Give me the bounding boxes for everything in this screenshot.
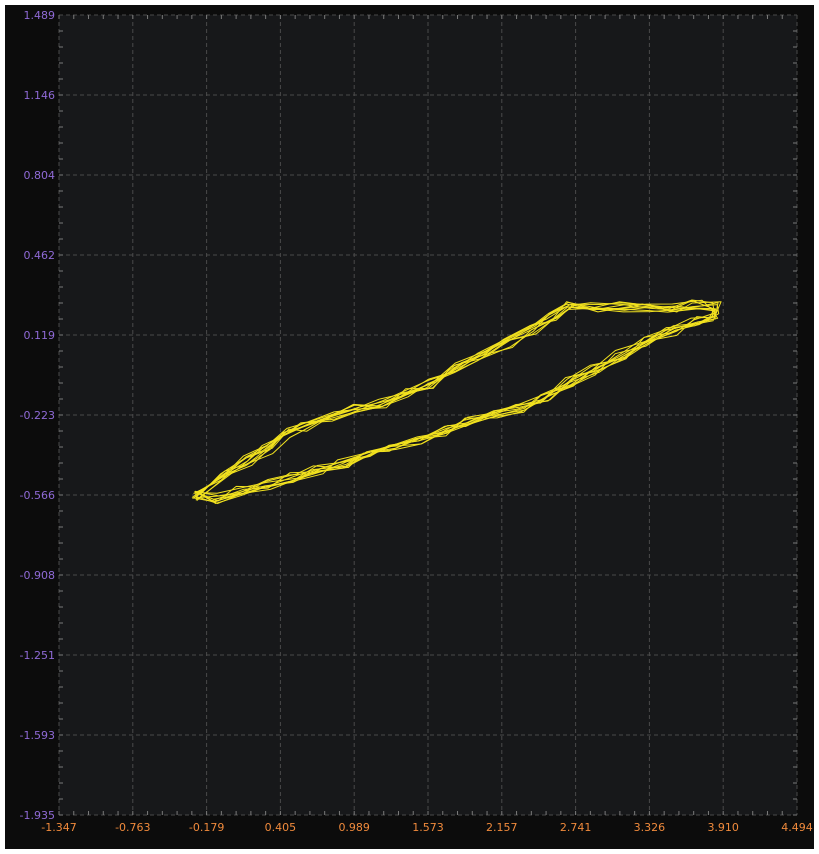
x-tick-label: 3.910 bbox=[707, 821, 739, 834]
y-tick-label: 0.462 bbox=[24, 249, 56, 262]
x-tick-label: -0.179 bbox=[189, 821, 224, 834]
chart-frame: -1.935 -1.593 -1.251 -0.908 -0.566 -0.223 0.11… bbox=[5, 5, 814, 849]
y-tick-label: -1.593 bbox=[20, 729, 55, 742]
x-tick-label: -0.763 bbox=[115, 821, 150, 834]
y-tick-label: -0.223 bbox=[20, 409, 55, 422]
y-tick-label: -0.566 bbox=[20, 489, 55, 502]
x-tick-label: 4.494 bbox=[781, 821, 813, 834]
y-tick-label: 0.804 bbox=[24, 169, 56, 182]
y-tick-label: -0.908 bbox=[20, 569, 55, 582]
x-tick-label: 2.157 bbox=[486, 821, 518, 834]
x-tick-label: 1.573 bbox=[412, 821, 444, 834]
y-tick-label: -1.251 bbox=[20, 649, 55, 662]
y-tick-label: 1.146 bbox=[24, 89, 56, 102]
x-tick-label: -1.347 bbox=[41, 821, 76, 834]
x-tick-label: 0.405 bbox=[265, 821, 297, 834]
x-tick-label: 3.326 bbox=[634, 821, 666, 834]
chart-svg: -1.935-1.593-1.251-0.908-0.566-0.2230.11… bbox=[20, 9, 813, 834]
y-tick-label: 1.489 bbox=[24, 9, 56, 22]
y-tick-label: 0.119 bbox=[24, 329, 56, 342]
x-tick-label: 2.741 bbox=[560, 821, 592, 834]
x-tick-label: 0.989 bbox=[338, 821, 370, 834]
